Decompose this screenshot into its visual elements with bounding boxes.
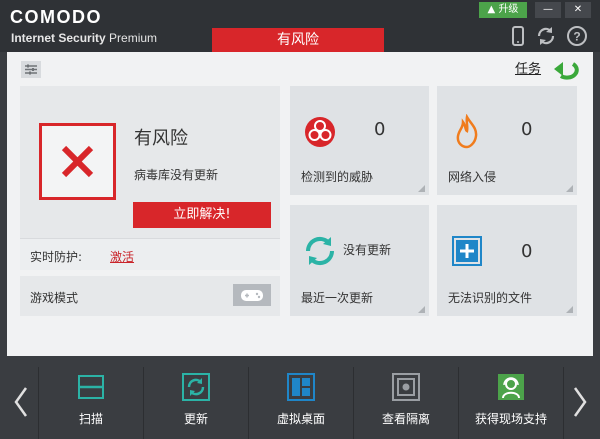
live-support-button[interactable]: 获得现场支持 (459, 367, 563, 439)
threats-detected-tile[interactable]: 0 检测到的威胁 (290, 86, 429, 195)
biohazard-icon (305, 117, 335, 147)
realtime-protection-row: 实时防护: 激活 (20, 238, 280, 270)
update-icon (182, 373, 210, 401)
game-mode-row: 游戏模式 (20, 276, 280, 316)
threats-label: 检测到的威胁 (301, 170, 374, 184)
expand-corner-icon (566, 185, 573, 192)
upgrade-button[interactable]: ▲ 升级 (479, 2, 527, 18)
risk-indicator (39, 123, 116, 200)
svg-text:?: ? (573, 30, 580, 44)
fix-now-button[interactable]: 立即解决! (133, 202, 271, 228)
sliders-icon (25, 64, 37, 75)
realtime-protection-label: 实时防护: (30, 250, 83, 264)
flame-icon (456, 114, 478, 149)
mobile-icon[interactable] (507, 25, 529, 47)
expand-corner-icon (566, 306, 573, 313)
game-mode-label: 游戏模式 (30, 291, 79, 305)
support-icon (498, 374, 524, 400)
product-name: Internet Security Premium (11, 31, 157, 45)
arrow-up-icon: ▲ (487, 4, 496, 15)
status-message: 病毒库没有更新 (134, 168, 219, 182)
update-button[interactable]: 更新 (144, 367, 248, 439)
virtual-desktop-icon (287, 373, 315, 401)
plus-box-icon (452, 236, 482, 266)
x-mark-icon (61, 145, 94, 178)
last-update-label: 最近一次更新 (301, 291, 374, 305)
activate-link[interactable]: 激活 (110, 248, 134, 265)
view-quarantine-button[interactable]: 查看隔离 (354, 367, 458, 439)
unrecognized-label: 无法识别的文件 (448, 291, 533, 305)
scan-icon (78, 375, 104, 399)
product-name-bold: Internet Security (11, 31, 106, 45)
product-name-light: Premium (105, 31, 158, 45)
update-cycle-icon (305, 236, 335, 266)
status-panel: 有风险 病毒库没有更新 立即解决! (20, 86, 280, 238)
chevron-left-icon[interactable] (12, 385, 30, 419)
unrecognized-files-tile[interactable]: 0 无法识别的文件 (437, 205, 577, 316)
bottom-toolbar: 扫描 更新 虚拟桌面 查看隔离 获得现场支持 (0, 367, 600, 439)
quarantine-icon (392, 373, 420, 401)
network-intrusion-tile[interactable]: 0 网络入侵 (437, 86, 577, 195)
expand-corner-icon (418, 306, 425, 313)
virtual-desktop-label: 虚拟桌面 (276, 412, 325, 426)
intrusion-label: 网络入侵 (448, 170, 497, 184)
threats-count: 0 (374, 119, 386, 140)
close-button[interactable]: ✕ (565, 2, 591, 18)
scan-button[interactable]: 扫描 (39, 367, 143, 439)
view-quarantine-label: 查看隔离 (381, 412, 430, 426)
unrecognized-count: 0 (521, 241, 533, 262)
separator (563, 367, 564, 439)
last-update-tile[interactable]: 没有更新 最近一次更新 (290, 205, 429, 316)
expand-corner-icon (418, 185, 425, 192)
back-arrow-icon[interactable] (551, 58, 579, 80)
intrusion-count: 0 (521, 119, 533, 140)
help-icon[interactable]: ? (566, 25, 588, 47)
refresh-icon[interactable] (535, 25, 557, 47)
update-label: 更新 (183, 412, 208, 426)
upgrade-label: 升级 (498, 4, 519, 15)
gamepad-icon (241, 290, 263, 301)
minimize-button[interactable]: — (535, 2, 561, 18)
game-mode-toggle[interactable] (233, 284, 271, 306)
brand-logo: COMODO (10, 7, 102, 27)
main-panel: 任务 有风险 病毒库没有更新 立即解决! 实时防护: 激活 游戏模式 0 检测到… (7, 52, 593, 356)
scan-label: 扫描 (78, 412, 103, 426)
tasks-link[interactable]: 任务 (515, 58, 541, 77)
chevron-right-icon[interactable] (571, 385, 589, 419)
live-support-label: 获得现场支持 (474, 412, 547, 426)
update-status: 没有更新 (343, 243, 392, 257)
title-bar: COMODO Internet Security Premium 有风险 ▲ 升… (0, 0, 600, 52)
settings-menu-button[interactable] (21, 61, 41, 78)
risk-status-tab[interactable]: 有风险 (212, 28, 384, 52)
virtual-desktop-button[interactable]: 虚拟桌面 (249, 367, 353, 439)
status-title: 有风险 (134, 128, 188, 149)
